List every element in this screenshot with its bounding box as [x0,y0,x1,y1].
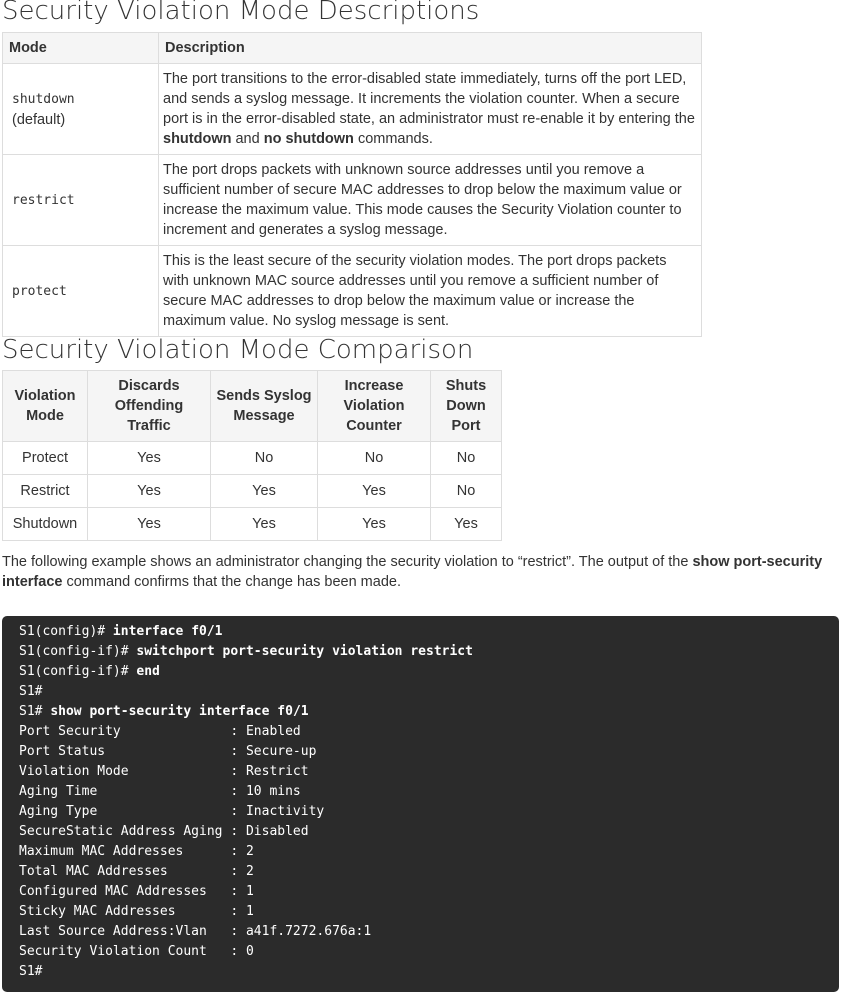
table-cell: Yes [430,507,502,541]
mode-default-note: (default) [12,111,66,128]
code-line: SecureStatic Address Aging : Disabled [19,822,839,842]
description-text: commands. [353,131,433,147]
table-cell: No [430,474,502,508]
table-cell: Yes [87,441,211,475]
code-line: Sticky MAC Addresses : 1 [19,902,839,922]
code-line: Security Violation Count : 0 [19,942,839,962]
code-output: Sticky MAC Addresses : 1 [19,904,254,919]
table-row: Restrict Yes Yes Yes No [2,474,502,508]
table-cell: Yes [317,507,431,541]
header-shuts-down-port: Shuts Down Port [430,370,502,442]
table-cell: No [430,441,502,475]
mode-cell: restrict [2,154,159,246]
code-prompt: S1# [19,684,43,699]
code-line: S1(config-if)# switchport port-security … [19,642,839,662]
mode-cell: shutdown (default) [2,63,159,155]
code-line: S1# [19,962,839,982]
description-cell: The port transitions to the error-disabl… [158,63,702,155]
code-output: SecureStatic Address Aging : Disabled [19,824,309,839]
code-block: S1(config)# interface f0/1 S1(config-if)… [2,616,839,992]
code-output: Aging Type : Inactivity [19,804,325,819]
code-prompt: S1(config-if)# [19,644,137,659]
table-cell: Shutdown [2,507,88,541]
table-header-row: Violation Mode Discards Offending Traffi… [2,370,502,442]
code-line: Aging Type : Inactivity [19,802,839,822]
table-row: Protect Yes No No No [2,441,502,475]
code-output: Total MAC Addresses : 2 [19,864,254,879]
code-prompt: S1(config-if)# [19,664,137,679]
table-cell: Restrict [2,474,88,508]
code-line: Total MAC Addresses : 2 [19,862,839,882]
table-row: shutdown (default) The port transitions … [2,63,702,155]
code-line: S1# [19,682,839,702]
table-row: Shutdown Yes Yes Yes Yes [2,507,502,541]
code-output: Configured MAC Addresses : 1 [19,884,254,899]
code-line: Maximum MAC Addresses : 2 [19,842,839,862]
header-discards-traffic: Discards Offending Traffic [87,370,211,442]
code-output: Maximum MAC Addresses : 2 [19,844,254,859]
paragraph-text: The following example shows an administr… [2,554,693,570]
code-prompt: S1# [19,964,43,979]
mode-name: protect [12,283,67,299]
table-cell: No [317,441,431,475]
header-mode: Mode [2,32,159,64]
description-cell: This is the least secure of the security… [158,245,702,337]
paragraph-text: command confirms that the change has bee… [62,574,401,590]
table-cell: Yes [87,474,211,508]
table-cell: Yes [210,507,318,541]
code-command: show port-security interface f0/1 [50,704,309,719]
mode-comparison-table: Violation Mode Discards Offending Traffi… [2,370,502,541]
code-output: Security Violation Count : 0 [19,944,254,959]
page: Security Violation Mode Descriptions Mod… [0,0,842,996]
code-line: S1(config)# interface f0/1 [19,622,839,642]
code-line: Configured MAC Addresses : 1 [19,882,839,902]
code-command: end [136,664,160,679]
table-row: restrict The port drops packets with unk… [2,154,702,246]
code-line: S1# show port-security interface f0/1 [19,702,839,722]
mode-cell: protect [2,245,159,337]
mode-descriptions-table: Mode Description shutdown (default) The … [2,32,702,337]
code-command: switchport port-security violation restr… [136,644,473,659]
table-header-row: Mode Description [2,32,702,64]
code-line: Port Security : Enabled [19,722,839,742]
heading-mode-descriptions: Security Violation Mode Descriptions [2,0,480,26]
description-cell: The port drops packets with unknown sour… [158,154,702,246]
code-line: S1(config-if)# end [19,662,839,682]
code-output: Aging Time : 10 mins [19,784,301,799]
heading-mode-comparison: Security Violation Mode Comparison [2,335,474,365]
bold-command: shutdown [163,131,232,147]
table-cell: Yes [87,507,211,541]
code-command: interface f0/1 [112,624,223,639]
table-row: protect This is the least secure of the … [2,245,702,337]
code-line: Last Source Address:Vlan : a41f.7272.676… [19,922,839,942]
description-text: The port transitions to the error-disabl… [163,71,695,127]
header-description: Description [158,32,702,64]
example-paragraph: The following example shows an administr… [2,552,832,592]
code-output: Violation Mode : Restrict [19,764,309,779]
code-output: Port Security : Enabled [19,724,301,739]
bold-command: no shutdown [263,131,354,147]
code-output: Last Source Address:Vlan : a41f.7272.676… [19,924,372,939]
header-increase-counter: Increase Violation Counter [317,370,431,442]
code-line: Violation Mode : Restrict [19,762,839,782]
code-prompt: S1# [19,704,51,719]
table-cell: Yes [317,474,431,508]
code-line: Port Status : Secure-up [19,742,839,762]
code-line: Aging Time : 10 mins [19,782,839,802]
table-cell: Protect [2,441,88,475]
code-prompt: S1(config)# [19,624,113,639]
mode-name: shutdown [12,91,75,107]
table-cell: Yes [210,474,318,508]
description-text: and [231,131,264,147]
header-sends-syslog: Sends Syslog Message [210,370,318,442]
table-cell: No [210,441,318,475]
mode-name: restrict [12,192,75,208]
header-violation-mode: Violation Mode [2,370,88,442]
code-output: Port Status : Secure-up [19,744,317,759]
